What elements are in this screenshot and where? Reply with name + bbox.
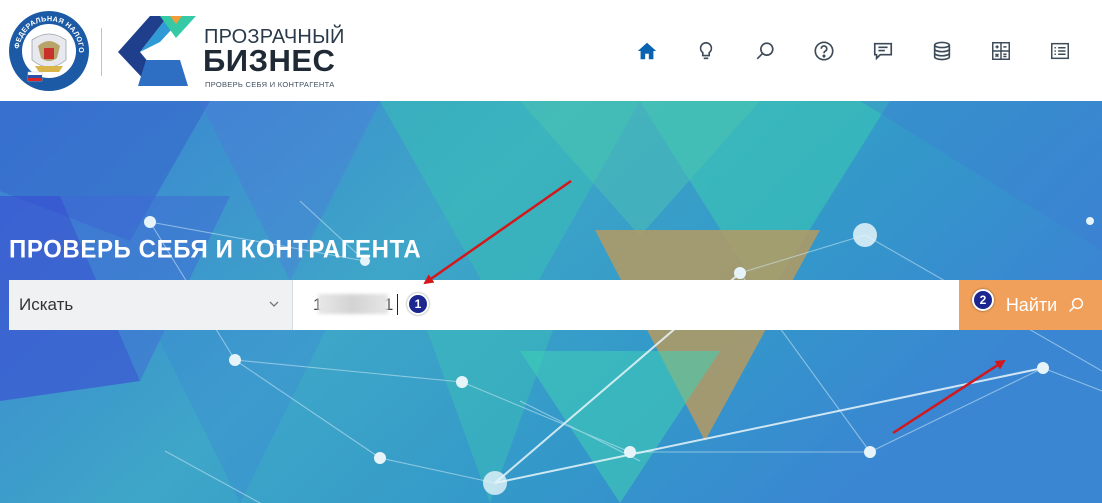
fns-emblem-logo[interactable]: ФЕДЕРАЛЬНАЯ НАЛОГОВАЯ СЛУЖБА (8, 10, 90, 92)
calculator-icon (992, 42, 1010, 60)
site-header: ФЕДЕРАЛЬНАЯ НАЛОГОВАЯ СЛУЖБА ПРОЗРАЧНЫЙ … (0, 0, 1102, 101)
chevron-down-icon (269, 301, 279, 307)
database-icon (933, 41, 951, 61)
hero-title: ПРОВЕРЬ СЕБЯ И КОНТРАГЕНТА (9, 235, 422, 264)
header-nav (610, 34, 1082, 68)
transparent-business-logo[interactable] (116, 12, 198, 90)
search-type-label: Искать (19, 295, 74, 314)
step-badge-1: 1 (407, 293, 429, 315)
lightbulb-icon (699, 41, 713, 60)
step-badge-2: 2 (972, 289, 994, 311)
search-input[interactable] (293, 280, 959, 330)
text-cursor (397, 294, 398, 315)
nav-data[interactable] (920, 34, 964, 68)
redacted-value-blur (318, 294, 388, 314)
search-icon (756, 42, 774, 60)
comment-icon (873, 42, 893, 61)
nav-home[interactable] (625, 34, 669, 68)
home-icon (637, 42, 657, 60)
list-icon (1051, 42, 1069, 60)
header-divider (101, 28, 102, 76)
nav-calculator[interactable] (979, 34, 1023, 68)
nav-help[interactable] (802, 34, 846, 68)
nav-search[interactable] (743, 34, 787, 68)
help-icon (814, 41, 834, 61)
brand-tagline: ПРОВЕРЬ СЕБЯ И КОНТРАГЕНТА (205, 80, 335, 89)
search-icon (1069, 297, 1084, 312)
nav-list[interactable] (1038, 34, 1082, 68)
nav-feedback[interactable] (861, 34, 905, 68)
search-type-select[interactable]: Искать (9, 280, 293, 330)
nav-ideas[interactable] (684, 34, 728, 68)
brand-name-line2: БИЗНЕС (203, 43, 336, 78)
search-button-label: Найти (1005, 294, 1058, 315)
